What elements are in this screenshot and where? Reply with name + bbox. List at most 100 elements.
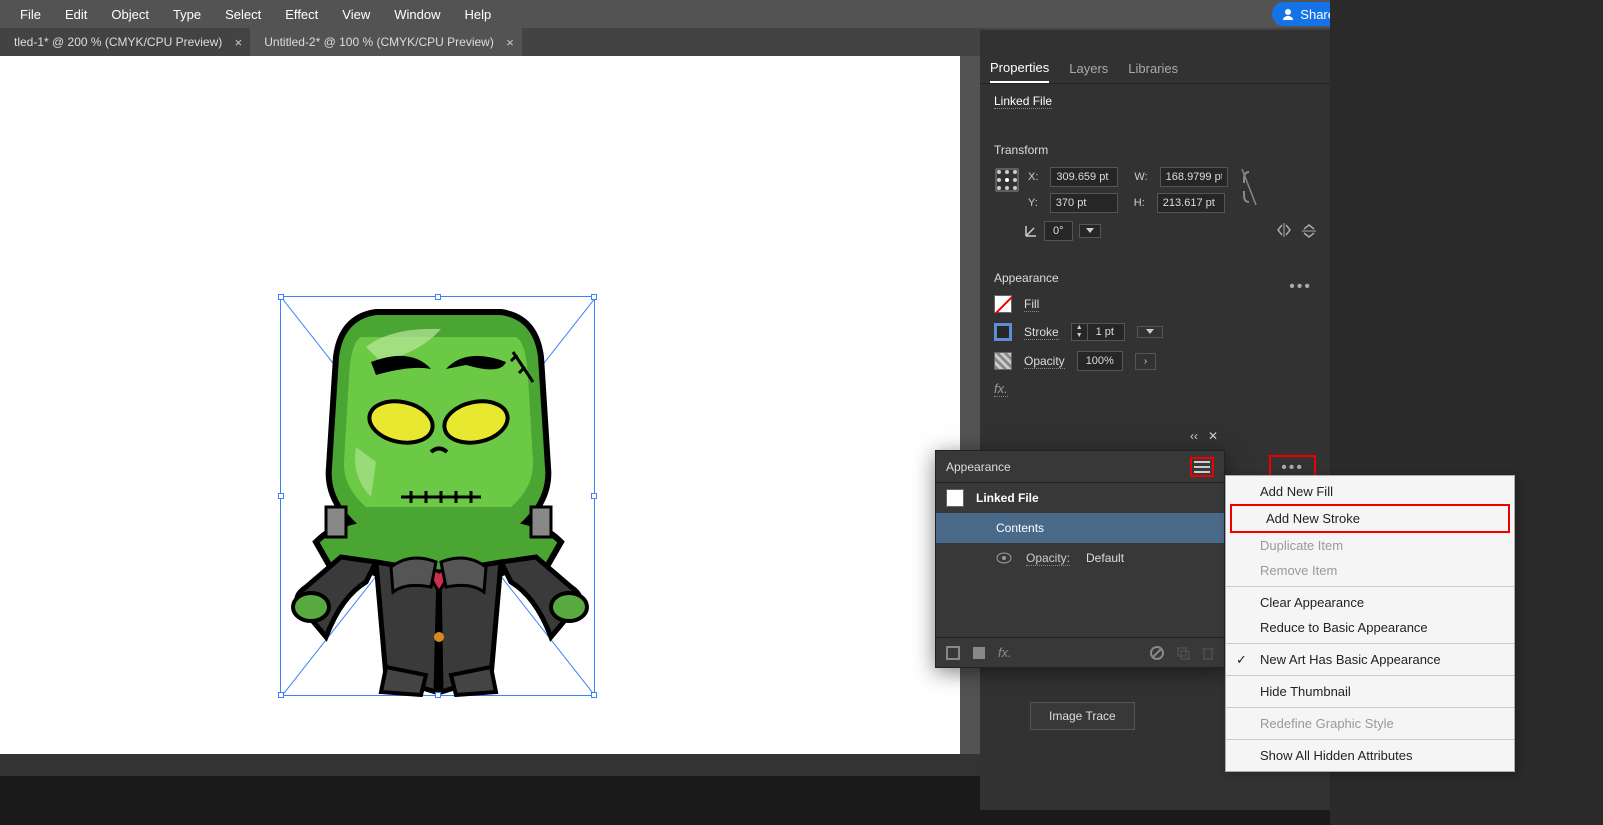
selection-handle[interactable]: [591, 294, 597, 300]
clear-appearance-icon[interactable]: [1150, 646, 1164, 660]
image-trace-button[interactable]: Image Trace: [1030, 702, 1135, 730]
panel-collapse-icon[interactable]: ‹‹: [1190, 429, 1198, 443]
close-icon[interactable]: ×: [506, 35, 514, 50]
visibility-icon[interactable]: [996, 552, 1014, 564]
fill-label[interactable]: Fill: [1024, 297, 1039, 312]
tab-label: Untitled-2* @ 100 % (CMYK/CPU Preview): [264, 35, 494, 49]
menu-add-new-stroke[interactable]: Add New Stroke: [1230, 504, 1510, 533]
selection-handle[interactable]: [278, 493, 284, 499]
tab-label: tled-1* @ 200 % (CMYK/CPU Preview): [14, 35, 222, 49]
stroke-label[interactable]: Stroke: [1024, 325, 1059, 340]
tab-libraries[interactable]: Libraries: [1128, 55, 1178, 82]
artboard[interactable]: [0, 56, 960, 771]
menu-select[interactable]: Select: [213, 3, 273, 26]
appearance-panel-title: Appearance: [946, 460, 1011, 474]
menu-duplicate-item: Duplicate Item: [1226, 533, 1514, 558]
check-icon: ✓: [1236, 652, 1247, 668]
opacity-input[interactable]: 100%: [1077, 351, 1123, 371]
w-input[interactable]: [1160, 167, 1228, 187]
opacity-value: Default: [1086, 551, 1124, 565]
selection-handle[interactable]: [435, 294, 441, 300]
menu-help[interactable]: Help: [452, 3, 503, 26]
menu-view[interactable]: View: [330, 3, 382, 26]
y-input[interactable]: [1050, 193, 1118, 213]
rotation-dropdown[interactable]: [1079, 224, 1101, 238]
menu-separator: [1226, 707, 1514, 708]
menu-window[interactable]: Window: [382, 3, 452, 26]
cloud-user-icon: [1280, 6, 1296, 22]
chevron-down-icon: [1146, 329, 1154, 335]
close-icon[interactable]: ×: [235, 35, 243, 50]
menu-separator: [1226, 739, 1514, 740]
panel-menu-button[interactable]: [1190, 457, 1214, 477]
flip-horizontal-icon[interactable]: [1276, 223, 1292, 237]
menu-show-hidden-attrs[interactable]: Show All Hidden Attributes: [1226, 743, 1514, 768]
selection-handle[interactable]: [435, 692, 441, 698]
menu-clear-appearance[interactable]: Clear Appearance: [1226, 590, 1514, 615]
status-bar: [0, 754, 980, 776]
selection-bounds[interactable]: [280, 296, 595, 696]
menu-separator: [1226, 586, 1514, 587]
x-input[interactable]: [1050, 167, 1118, 187]
menu-separator: [1226, 675, 1514, 676]
hamburger-icon: [1194, 461, 1210, 473]
menu-new-art-basic[interactable]: ✓ New Art Has Basic Appearance: [1226, 647, 1514, 672]
stroke-swatch[interactable]: [994, 323, 1012, 341]
menu-add-new-fill[interactable]: Add New Fill: [1226, 479, 1514, 504]
selection-type-label[interactable]: Linked File: [994, 94, 1052, 109]
contents-label: Contents: [996, 521, 1044, 535]
appearance-target-row[interactable]: Linked File: [936, 483, 1224, 513]
opacity-label: Opacity:: [1026, 551, 1070, 566]
h-label: H:: [1134, 197, 1151, 209]
document-tab-2[interactable]: Untitled-2* @ 100 % (CMYK/CPU Preview) ×: [250, 28, 522, 56]
panel-close-icon[interactable]: ✕: [1208, 429, 1218, 443]
menu-reduce-basic[interactable]: Reduce to Basic Appearance: [1226, 615, 1514, 640]
appearance-context-menu: Add New Fill Add New Stroke Duplicate It…: [1225, 475, 1515, 772]
new-stroke-icon[interactable]: [946, 646, 960, 660]
appearance-heading: Appearance: [994, 271, 1316, 285]
appearance-opacity-row[interactable]: Opacity: Default: [936, 543, 1224, 573]
opacity-more-icon[interactable]: ›: [1135, 353, 1156, 370]
menu-remove-item: Remove Item: [1226, 558, 1514, 583]
x-label: X:: [1028, 171, 1044, 183]
opacity-label[interactable]: Opacity: [1024, 354, 1065, 369]
new-fill-icon[interactable]: [972, 646, 986, 660]
selection-handle[interactable]: [591, 692, 597, 698]
selection-handle[interactable]: [278, 294, 284, 300]
document-tab-1[interactable]: tled-1* @ 200 % (CMYK/CPU Preview) ×: [0, 28, 250, 56]
transform-heading: Transform: [994, 143, 1316, 157]
appearance-target-label: Linked File: [976, 491, 1039, 505]
menu-hide-thumbnail[interactable]: Hide Thumbnail: [1226, 679, 1514, 704]
menu-file[interactable]: File: [8, 3, 53, 26]
h-input[interactable]: [1157, 193, 1225, 213]
fx-icon[interactable]: fx.: [994, 381, 1008, 397]
stroke-profile-dropdown[interactable]: [1137, 326, 1163, 338]
selection-handle[interactable]: [278, 692, 284, 698]
tab-layers[interactable]: Layers: [1069, 55, 1108, 82]
delete-item-icon[interactable]: [1202, 646, 1214, 660]
appearance-panel: ‹‹ ✕ Appearance Linked File Contents Opa…: [935, 450, 1225, 668]
duplicate-item-icon[interactable]: [1176, 646, 1190, 660]
y-label: Y:: [1028, 197, 1044, 209]
add-effect-icon[interactable]: fx.: [998, 645, 1012, 660]
menu-edit[interactable]: Edit: [53, 3, 99, 26]
canvas-workspace: [0, 56, 980, 776]
angle-icon: [1024, 224, 1038, 238]
thumbnail-swatch: [946, 489, 964, 507]
menu-separator: [1226, 643, 1514, 644]
rotation-input[interactable]: 0°: [1044, 221, 1073, 241]
stroke-weight-input[interactable]: ▲▼ 1 pt: [1071, 323, 1125, 341]
flip-vertical-icon[interactable]: [1302, 223, 1316, 239]
selection-handle[interactable]: [591, 493, 597, 499]
menu-type[interactable]: Type: [161, 3, 213, 26]
opacity-swatch[interactable]: [994, 352, 1012, 370]
fill-swatch[interactable]: [994, 295, 1012, 313]
chevron-down-icon: [1086, 228, 1094, 234]
reference-point-icon[interactable]: [994, 167, 1020, 193]
menu-object[interactable]: Object: [99, 3, 161, 26]
w-label: W:: [1134, 171, 1153, 183]
tab-properties[interactable]: Properties: [990, 54, 1049, 83]
link-wh-icon[interactable]: [1240, 167, 1258, 207]
appearance-contents-row[interactable]: Contents: [936, 513, 1224, 543]
menu-effect[interactable]: Effect: [273, 3, 330, 26]
